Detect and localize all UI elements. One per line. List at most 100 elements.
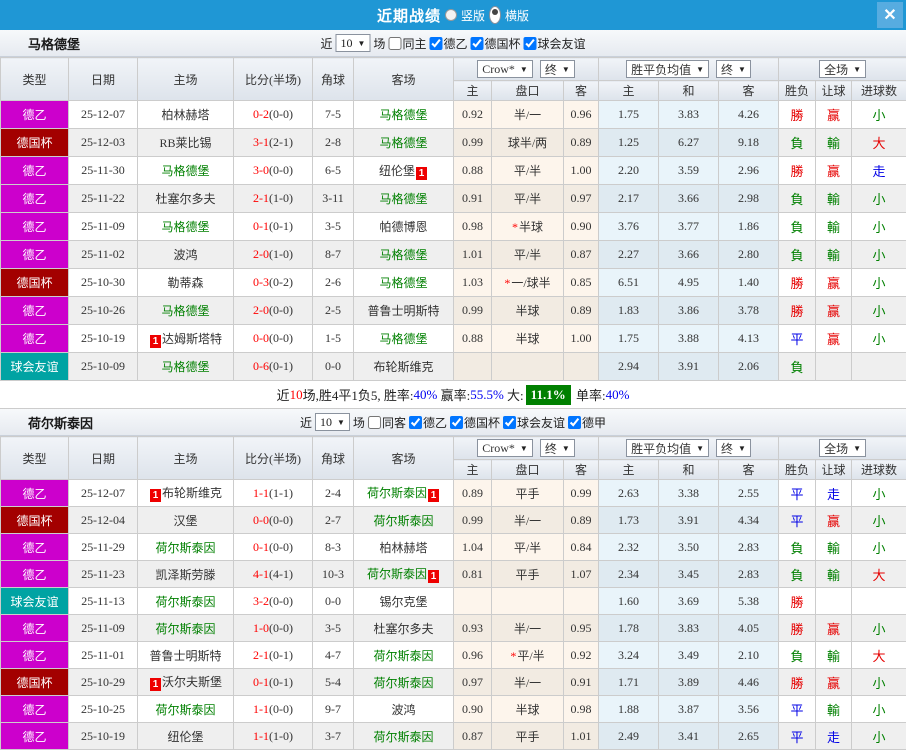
same-venue-checkbox-input[interactable] [367, 415, 381, 429]
odds-final-select[interactable]: 终 ▼ [539, 60, 575, 78]
full-match-select[interactable]: 全场 ▼ [819, 60, 866, 78]
league-checkbox-input[interactable] [408, 415, 422, 429]
chevron-down-icon: ▼ [357, 38, 366, 48]
league-checkbox-input[interactable] [568, 415, 581, 429]
score-cell: 1-1(0-0) [233, 695, 313, 723]
match-count-select[interactable]: 10 ▼ [315, 413, 350, 431]
mean-final-select[interactable]: 终 ▼ [716, 60, 751, 78]
odds-away-cell: 1.01 [563, 722, 599, 750]
league-checkbox-input[interactable] [429, 36, 443, 50]
goals-result-cell: 小 [851, 100, 906, 129]
home-team-cell: 凯泽斯劳滕 [137, 560, 234, 588]
league-checkbox[interactable]: 德国杯 [470, 35, 520, 52]
home-team-cell: 汉堡 [137, 506, 234, 534]
mean-draw-cell: 3.89 [658, 668, 719, 696]
score-cell: 0-0(0-0) [233, 324, 313, 353]
league-type-badge: 球会友谊 [0, 587, 69, 615]
home-team-cell: 波鸿 [137, 240, 234, 269]
league-type-badge: 德乙 [0, 533, 69, 561]
team-section: 荷尔斯泰因 近 10 ▼ 场 同客 德乙 德国杯 球会友谊 德甲 类型 日期 主… [0, 409, 906, 750]
result-cell: 勝 [778, 268, 817, 297]
match-count-select[interactable]: 10 ▼ [335, 34, 371, 52]
league-checkbox[interactable]: 球会友谊 [523, 35, 586, 52]
score-cell: 2-1(1-0) [233, 184, 313, 213]
close-button[interactable]: ✕ [877, 2, 903, 28]
halftime-score: (0-1) [269, 359, 293, 373]
table-row: 德国杯 25-10-30 勒蒂森 0-3(0-2) 2-6 马格德堡 1.03 … [0, 268, 906, 297]
mean-draw-cell: 3.49 [658, 641, 719, 669]
match-date: 25-11-30 [68, 156, 138, 185]
handicap-cell: 球半/两 [491, 128, 564, 157]
away-team-cell: 荷尔斯泰因 [353, 722, 454, 750]
col-mean-home: 主 [598, 80, 659, 101]
mean-select[interactable]: 胜平负均值 ▼ [626, 439, 709, 457]
corner-cell: 0-0 [312, 352, 354, 381]
filter-bar: 近 10 ▼ 场 同客 德乙 德国杯 球会友谊 德甲 [300, 413, 606, 431]
score-cell: 0-1(0-1) [233, 668, 313, 696]
fulltime-score: 0-1 [253, 539, 269, 554]
mean-home-cell: 2.32 [598, 533, 659, 561]
result-cell: 負 [778, 352, 817, 381]
handicap-cell: 半球 [491, 695, 564, 723]
league-checkbox[interactable]: 德国杯 [449, 414, 500, 431]
league-checkbox[interactable]: 德甲 [568, 414, 606, 431]
horizontal-layout-label[interactable]: 横版 [505, 7, 529, 24]
page-title: 近期战绩 [376, 8, 441, 25]
home-team-cell: 1 布轮斯维克 [137, 479, 234, 507]
odds-provider-select[interactable]: Crow* ▼ [477, 439, 533, 457]
full-match-value: 全场 [824, 62, 849, 77]
horizontal-layout-radio[interactable] [489, 6, 501, 24]
table-row: 德乙 25-10-19 纽伦堡 1-1(1-0) 3-7 荷尔斯泰因 0.87 … [0, 722, 906, 750]
vertical-layout-label[interactable]: 竖版 [461, 7, 485, 24]
halftime-score: (0-0) [269, 701, 293, 716]
league-type-badge: 德乙 [0, 614, 69, 642]
chevron-down-icon: ▼ [738, 443, 746, 453]
result-cell: 勝 [778, 100, 817, 129]
match-date: 25-11-09 [68, 212, 138, 241]
league-checkbox-input[interactable] [470, 36, 484, 50]
league-checkbox[interactable]: 德乙 [429, 35, 467, 52]
results-table: 类型 日期 主场 比分(半场) 角球 客场 Crow* ▼ 终 ▼ 胜平负均值 … [0, 57, 906, 381]
mean-draw-cell: 3.41 [658, 722, 719, 750]
handicap-result-cell: 輸 [815, 212, 853, 241]
same-venue-checkbox[interactable]: 同主 [388, 35, 426, 52]
goals-result-cell: 小 [851, 212, 906, 241]
col-goals: 进球数 [851, 459, 906, 480]
goals-result-cell: 小 [851, 614, 906, 642]
home-team-cell: 1 沃尔夫斯堡 [137, 668, 234, 696]
league-checkbox-input[interactable] [523, 36, 537, 50]
vertical-layout-radio[interactable] [444, 9, 457, 21]
league-type-badge: 德乙 [0, 479, 69, 507]
league-checkbox[interactable]: 球会友谊 [502, 414, 565, 431]
away-team-cell: 荷尔斯泰因 1 [353, 479, 454, 507]
league-checkbox[interactable]: 德乙 [408, 414, 447, 431]
results-table: 类型 日期 主场 比分(半场) 角球 客场 Crow* ▼ 终 ▼ 胜平负均值 … [0, 436, 906, 750]
league-checkbox-input[interactable] [502, 415, 516, 429]
mean-home-cell: 1.88 [598, 695, 659, 723]
same-venue-checkbox-input[interactable] [388, 36, 402, 50]
mean-final-select[interactable]: 终 ▼ [716, 439, 751, 457]
league-checkbox-input[interactable] [449, 415, 463, 429]
full-match-group-header: 全场 ▼ [778, 436, 906, 460]
odds-final-value: 终 [544, 62, 557, 77]
odds-provider-select[interactable]: Crow* ▼ [477, 60, 533, 78]
result-cell: 平 [778, 324, 817, 353]
handicap-cell: 平/半 [491, 184, 564, 213]
league-type-badge: 德乙 [0, 212, 69, 241]
result-cell: 負 [778, 533, 817, 561]
summary-win-rate: 40% [413, 386, 438, 402]
chevron-down-icon: ▼ [337, 417, 345, 427]
score-cell: 3-1(2-1) [233, 128, 313, 157]
same-venue-checkbox[interactable]: 同客 [367, 414, 406, 431]
handicap-result-cell: 輸 [815, 641, 853, 669]
odds-away-cell: 1.00 [563, 324, 599, 353]
halftime-score: (0-0) [269, 512, 293, 527]
mean-home-cell: 1.75 [598, 324, 659, 353]
mean-select[interactable]: 胜平负均值 ▼ [626, 60, 709, 78]
summary-big-label: 大: [503, 388, 524, 403]
full-match-select[interactable]: 全场 ▼ [819, 439, 866, 457]
mean-home-cell: 3.76 [598, 212, 659, 241]
odds-final-select[interactable]: 终 ▼ [539, 439, 575, 457]
away-team-cell: 普鲁士明斯特 [353, 296, 454, 325]
handicap-cell: 平手 [491, 722, 564, 750]
